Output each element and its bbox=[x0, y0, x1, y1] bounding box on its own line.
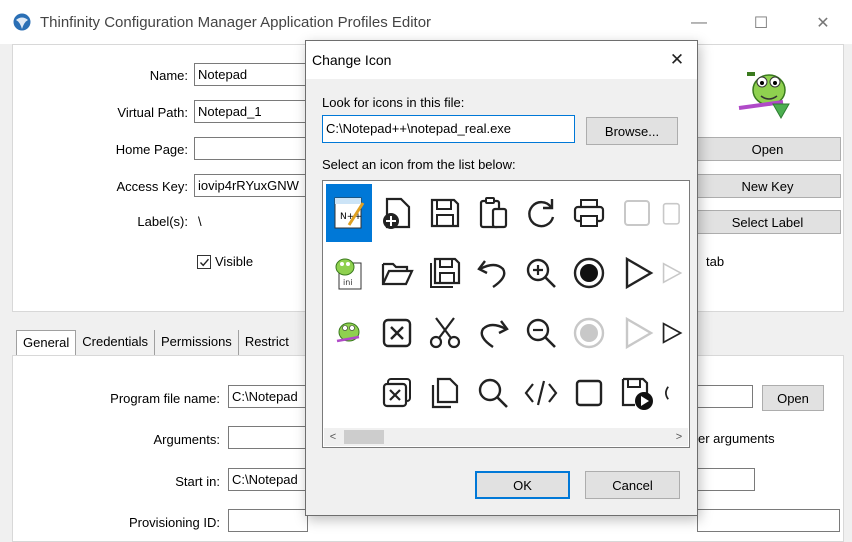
access-key-field[interactable]: iovip4rRYuxGNW bbox=[194, 174, 306, 197]
virtual-path-field[interactable]: Notepad_1 bbox=[194, 100, 306, 123]
paste-icon[interactable] bbox=[470, 184, 516, 242]
select-label-button[interactable]: Select Label bbox=[694, 210, 841, 234]
scroll-thumb[interactable] bbox=[344, 430, 384, 444]
minimize-button[interactable]: — bbox=[676, 8, 722, 38]
partial-disabled-icon[interactable] bbox=[662, 184, 689, 242]
zoom-out-icon[interactable] bbox=[518, 304, 564, 362]
tab-permissions[interactable]: Permissions bbox=[155, 330, 239, 356]
notepadpp-icon[interactable]: N++ bbox=[326, 184, 372, 242]
notepadpp-large-icon bbox=[735, 64, 791, 124]
icon-list[interactable]: N++ ini < > bbox=[322, 180, 690, 448]
dialog-close-button[interactable]: ✕ bbox=[663, 47, 691, 73]
icon-list-horizontal-scrollbar[interactable]: < > bbox=[324, 428, 688, 446]
tab-general[interactable]: General bbox=[16, 330, 77, 356]
notepadpp-document-icon[interactable]: ini bbox=[326, 244, 372, 302]
arguments-label: Arguments: bbox=[153, 432, 220, 447]
notepadpp-small-icon[interactable] bbox=[326, 304, 372, 362]
name-field[interactable]: Notepad bbox=[194, 63, 306, 86]
save-all-icon[interactable] bbox=[422, 244, 468, 302]
browse-button[interactable]: Browse... bbox=[586, 117, 678, 145]
reload-icon[interactable] bbox=[518, 184, 564, 242]
close-button[interactable]: ✕ bbox=[800, 8, 846, 38]
scroll-right-button[interactable]: > bbox=[670, 428, 688, 446]
tab-credentials[interactable]: Credentials bbox=[76, 330, 156, 356]
ok-button[interactable]: OK bbox=[475, 471, 570, 499]
arguments-field[interactable] bbox=[228, 426, 308, 449]
print-icon[interactable] bbox=[566, 184, 612, 242]
name-label: Name: bbox=[149, 68, 188, 83]
program-file-field-end[interactable] bbox=[697, 385, 753, 408]
play-disabled-icon[interactable] bbox=[662, 244, 689, 302]
find-icon[interactable] bbox=[470, 364, 516, 422]
icon-file-path-input[interactable]: C:\Notepad++\notepad_real.exe bbox=[322, 115, 575, 143]
chevron-right-icon: > bbox=[675, 431, 683, 443]
zoom-in-icon[interactable] bbox=[518, 244, 564, 302]
save-macro-icon[interactable] bbox=[614, 364, 660, 422]
svg-text:ini: ini bbox=[343, 278, 353, 287]
tab-restrictions[interactable]: Restrict bbox=[239, 330, 295, 356]
code-tags-icon[interactable] bbox=[518, 364, 564, 422]
program-file-field[interactable]: C:\Notepad bbox=[228, 385, 308, 408]
minimize-icon: — bbox=[691, 14, 707, 31]
close-box-icon[interactable] bbox=[374, 304, 420, 362]
play-icon[interactable] bbox=[614, 244, 660, 302]
arguments-option-label: er arguments bbox=[698, 431, 775, 446]
new-file-icon[interactable] bbox=[374, 184, 420, 242]
labels-label: Label(s): bbox=[137, 214, 188, 229]
open-homepage-button[interactable]: Open bbox=[694, 137, 841, 161]
start-in-field-end[interactable] bbox=[697, 468, 755, 491]
copy-icon[interactable] bbox=[422, 364, 468, 422]
access-key-label: Access Key: bbox=[116, 179, 188, 194]
tab-option-label: tab bbox=[706, 254, 725, 269]
open-program-button[interactable]: Open bbox=[762, 385, 824, 411]
chevron-left-icon: < bbox=[329, 431, 337, 443]
maximize-icon: ☐ bbox=[753, 15, 769, 32]
square-disabled-icon[interactable] bbox=[614, 184, 660, 242]
provisioning-id-field[interactable] bbox=[228, 509, 308, 532]
checkmark-icon bbox=[199, 258, 209, 266]
start-in-label: Start in: bbox=[175, 474, 220, 489]
record-icon[interactable] bbox=[566, 244, 612, 302]
close-all-icon[interactable] bbox=[374, 364, 420, 422]
provisioning-id-field-end[interactable] bbox=[697, 509, 840, 532]
visible-label: Visible bbox=[215, 254, 254, 269]
stop-icon[interactable] bbox=[566, 364, 612, 422]
save-icon[interactable] bbox=[422, 184, 468, 242]
record-disabled-icon[interactable] bbox=[566, 304, 612, 362]
thinfinity-app-icon bbox=[12, 12, 32, 32]
virtual-path-label: Virtual Path: bbox=[117, 105, 188, 120]
window-title: Thinfinity Configuration Manager Applica… bbox=[40, 14, 432, 31]
play-partial-icon[interactable] bbox=[662, 304, 689, 362]
start-in-field[interactable]: C:\Notepad bbox=[228, 468, 308, 491]
partial-icon[interactable] bbox=[662, 364, 689, 422]
select-icon-label: Select an icon from the list below: bbox=[322, 157, 516, 172]
scroll-left-button[interactable]: < bbox=[324, 428, 342, 446]
new-key-button[interactable]: New Key bbox=[694, 174, 841, 198]
labels-value: \ bbox=[198, 214, 202, 229]
program-file-label: Program file name: bbox=[110, 391, 220, 406]
dialog-title: Change Icon bbox=[312, 52, 392, 68]
tab-strip: General Credentials Permissions Restrict bbox=[16, 330, 295, 356]
change-icon-dialog: Change Icon ✕ Look for icons in this fil… bbox=[305, 40, 698, 516]
home-page-label: Home Page: bbox=[115, 142, 188, 157]
undo-icon[interactable] bbox=[470, 244, 516, 302]
provisioning-id-label: Provisioning ID: bbox=[128, 515, 220, 530]
maximize-button[interactable]: ☐ bbox=[738, 8, 784, 38]
close-icon: ✕ bbox=[816, 15, 830, 32]
play-disabled-icon[interactable] bbox=[614, 304, 660, 362]
home-page-field[interactable] bbox=[194, 137, 306, 160]
cancel-button[interactable]: Cancel bbox=[585, 471, 680, 499]
cut-icon[interactable] bbox=[422, 304, 468, 362]
open-folder-icon[interactable] bbox=[374, 244, 420, 302]
look-for-icons-label: Look for icons in this file: bbox=[322, 95, 465, 110]
visible-checkbox[interactable] bbox=[197, 255, 211, 269]
redo-icon[interactable] bbox=[470, 304, 516, 362]
close-icon: ✕ bbox=[669, 50, 685, 69]
